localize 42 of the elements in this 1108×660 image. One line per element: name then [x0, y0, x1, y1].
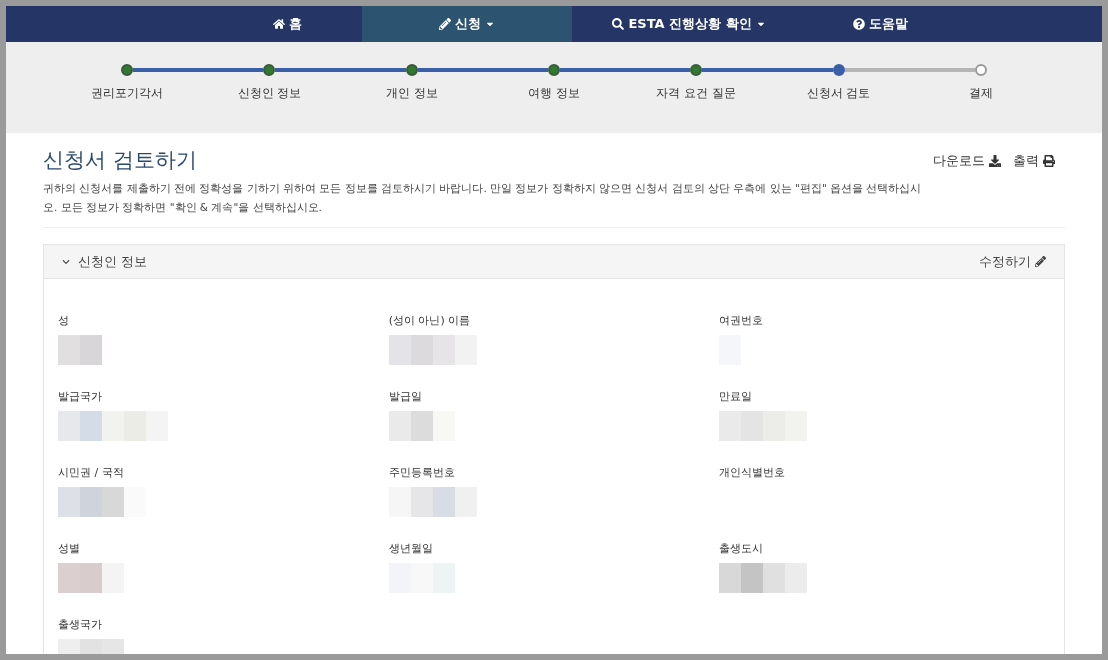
section-title: 신청인 정보: [78, 253, 148, 271]
nav-tab[interactable]: 도움말: [805, 6, 956, 42]
field-label: (성이 아닌) 이름: [388, 314, 471, 328]
field-label: 성: [58, 314, 69, 328]
field-label: 만료일: [719, 390, 753, 404]
step-label: 개인 정보: [385, 85, 438, 102]
field-label: 출생도시: [719, 542, 764, 556]
printer-icon: [1043, 154, 1055, 167]
step-label: 결제: [968, 85, 993, 102]
help-icon: [853, 18, 866, 30]
pencil-icon: [1035, 256, 1046, 268]
field-label: 발급일: [388, 390, 422, 404]
step-label: 신청서 검토: [806, 85, 871, 102]
download-icon: [989, 154, 1001, 167]
blurred-value: [58, 563, 124, 594]
blurred-value: [388, 411, 455, 442]
chevron-down-icon: [62, 257, 70, 266]
home-icon: [272, 18, 285, 30]
step-label: 신청인 정보: [237, 85, 302, 102]
field-label: 발급국가: [58, 390, 102, 404]
pencil-icon: [439, 18, 452, 30]
nav-tab[interactable]: 홈: [212, 6, 363, 42]
search-icon: [612, 18, 625, 30]
nav-tab[interactable]: 신청: [362, 6, 573, 42]
step-label: 권리포기각서: [91, 85, 164, 102]
page-title: 신청서 검토하기: [43, 147, 197, 174]
description: 귀하의 신청서를 제출하기 전에 정확성을 기하기 위하여 모든 정보를 검토하시기 바랍니다. 만일 정보가 정확하지 않으면 신청서 검토의 상단 우측에 있는 "편집" 옵션을 선택하십시오. 모든 정보가 정확하면 "확인 & 계속"을 선택하십시오.: [43, 179, 1065, 229]
field-label: 시민권 / 국적: [58, 466, 124, 480]
print-link[interactable]: 출력: [1013, 151, 1055, 171]
download-link[interactable]: 다운로드: [933, 151, 1001, 171]
field-label: 주민등록번호: [388, 466, 455, 480]
step-label: 자격 요건 질문: [656, 85, 737, 102]
nav-tab[interactable]: ESTA 진행상황 확인: [572, 6, 806, 42]
step-label: 여행 정보: [528, 85, 580, 102]
field-label: 출생국가: [58, 618, 102, 632]
field-label: 여권번호: [719, 314, 764, 328]
field-label: 생년월일: [388, 542, 433, 556]
edit-link[interactable]: 수정하기: [979, 252, 1046, 272]
section-header[interactable]: 신청인 정보 수정하기: [44, 245, 1064, 280]
field-label: 개인식별번호: [719, 466, 786, 480]
blurred-value: [58, 335, 102, 366]
field-label: 성별: [58, 542, 80, 556]
